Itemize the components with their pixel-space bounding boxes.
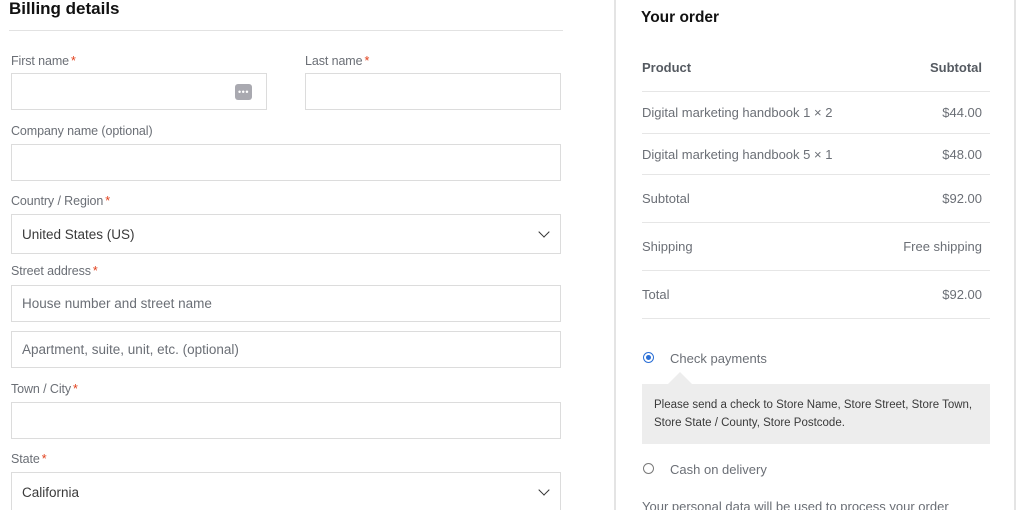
country-label-text: Country / Region: [11, 194, 104, 208]
state-label: State *: [11, 452, 47, 466]
required-marker: *: [71, 54, 76, 68]
subtotal-column-header: Subtotal: [930, 60, 982, 75]
order-review-panel: Your order Product Subtotal Digital mark…: [614, 0, 1016, 510]
city-label-text: Town / City: [11, 382, 72, 396]
state-select[interactable]: California: [11, 472, 561, 510]
country-selected-value: United States (US): [22, 226, 135, 242]
order-divider: [642, 318, 990, 319]
billing-title: Billing details: [9, 0, 120, 18]
order-divider: [642, 91, 990, 92]
order-item-row: Digital marketing handbook 5 × 1 $48.00: [642, 147, 990, 162]
country-select[interactable]: United States (US): [11, 214, 561, 254]
password-manager-icon[interactable]: •••: [235, 84, 252, 100]
order-divider: [642, 174, 990, 175]
order-item-row: Digital marketing handbook 1 × 2 $44.00: [642, 105, 990, 120]
order-item-name: Digital marketing handbook 5 × 1: [642, 147, 833, 162]
order-table-header: Product Subtotal: [642, 60, 990, 75]
last-name-label: Last name *: [305, 54, 369, 68]
street-address-placeholder: House number and street name: [22, 296, 212, 311]
street-address-input[interactable]: House number and street name: [11, 285, 561, 322]
state-selected-value: California: [22, 484, 80, 500]
last-name-input[interactable]: [305, 73, 561, 110]
chevron-down-icon: [538, 226, 550, 238]
total-row: Total $92.00: [642, 287, 990, 302]
check-payments-description: Please send a check to Store Name, Store…: [642, 384, 990, 444]
required-marker: *: [105, 194, 110, 208]
street-label-text: Street address: [11, 264, 91, 278]
order-item-price: $48.00: [942, 147, 982, 162]
first-name-input[interactable]: •••: [11, 73, 267, 110]
company-label: Company name (optional): [11, 124, 153, 138]
subtotal-value: $92.00: [942, 191, 982, 206]
first-name-label-text: First name: [11, 54, 70, 68]
first-name-label: First name *: [11, 54, 76, 68]
company-input[interactable]: [11, 144, 561, 181]
order-divider: [642, 133, 990, 134]
country-label: Country / Region *: [11, 194, 110, 208]
order-item-name: Digital marketing handbook 1 × 2: [642, 105, 833, 120]
total-value: $92.00: [942, 287, 982, 302]
privacy-notice: Your personal data will be used to proce…: [642, 499, 949, 510]
shipping-value: Free shipping: [903, 239, 982, 254]
street-address-2-placeholder: Apartment, suite, unit, etc. (optional): [22, 342, 239, 357]
order-item-price: $44.00: [942, 105, 982, 120]
order-divider: [642, 222, 990, 223]
required-marker: *: [73, 382, 78, 396]
required-marker: *: [92, 264, 98, 278]
street-label: Street address *: [11, 264, 98, 278]
check-payments-radio[interactable]: [643, 352, 654, 363]
payment-notice-pointer: [668, 372, 692, 384]
city-input[interactable]: [11, 402, 561, 439]
shipping-row: Shipping Free shipping: [642, 239, 990, 254]
order-title: Your order: [641, 9, 720, 26]
shipping-label: Shipping: [642, 239, 693, 254]
city-label: Town / City *: [11, 382, 78, 396]
cash-on-delivery-label[interactable]: Cash on delivery: [670, 462, 767, 477]
required-marker: *: [41, 452, 47, 466]
required-marker: *: [364, 54, 370, 68]
order-divider: [642, 270, 990, 271]
product-column-header: Product: [642, 60, 692, 75]
chevron-down-icon: [538, 484, 550, 496]
billing-divider: [9, 30, 563, 31]
total-label: Total: [642, 287, 670, 302]
street-address-2-input[interactable]: Apartment, suite, unit, etc. (optional): [11, 331, 561, 368]
subtotal-label: Subtotal: [642, 191, 690, 206]
cash-on-delivery-radio[interactable]: [643, 463, 654, 474]
billing-details-section: Billing details First name * ••• Last nam…: [0, 0, 563, 510]
state-label-text: State: [11, 452, 40, 466]
last-name-label-text: Last name: [305, 54, 363, 68]
check-payments-label[interactable]: Check payments: [670, 351, 767, 366]
subtotal-row: Subtotal $92.00: [642, 191, 990, 206]
